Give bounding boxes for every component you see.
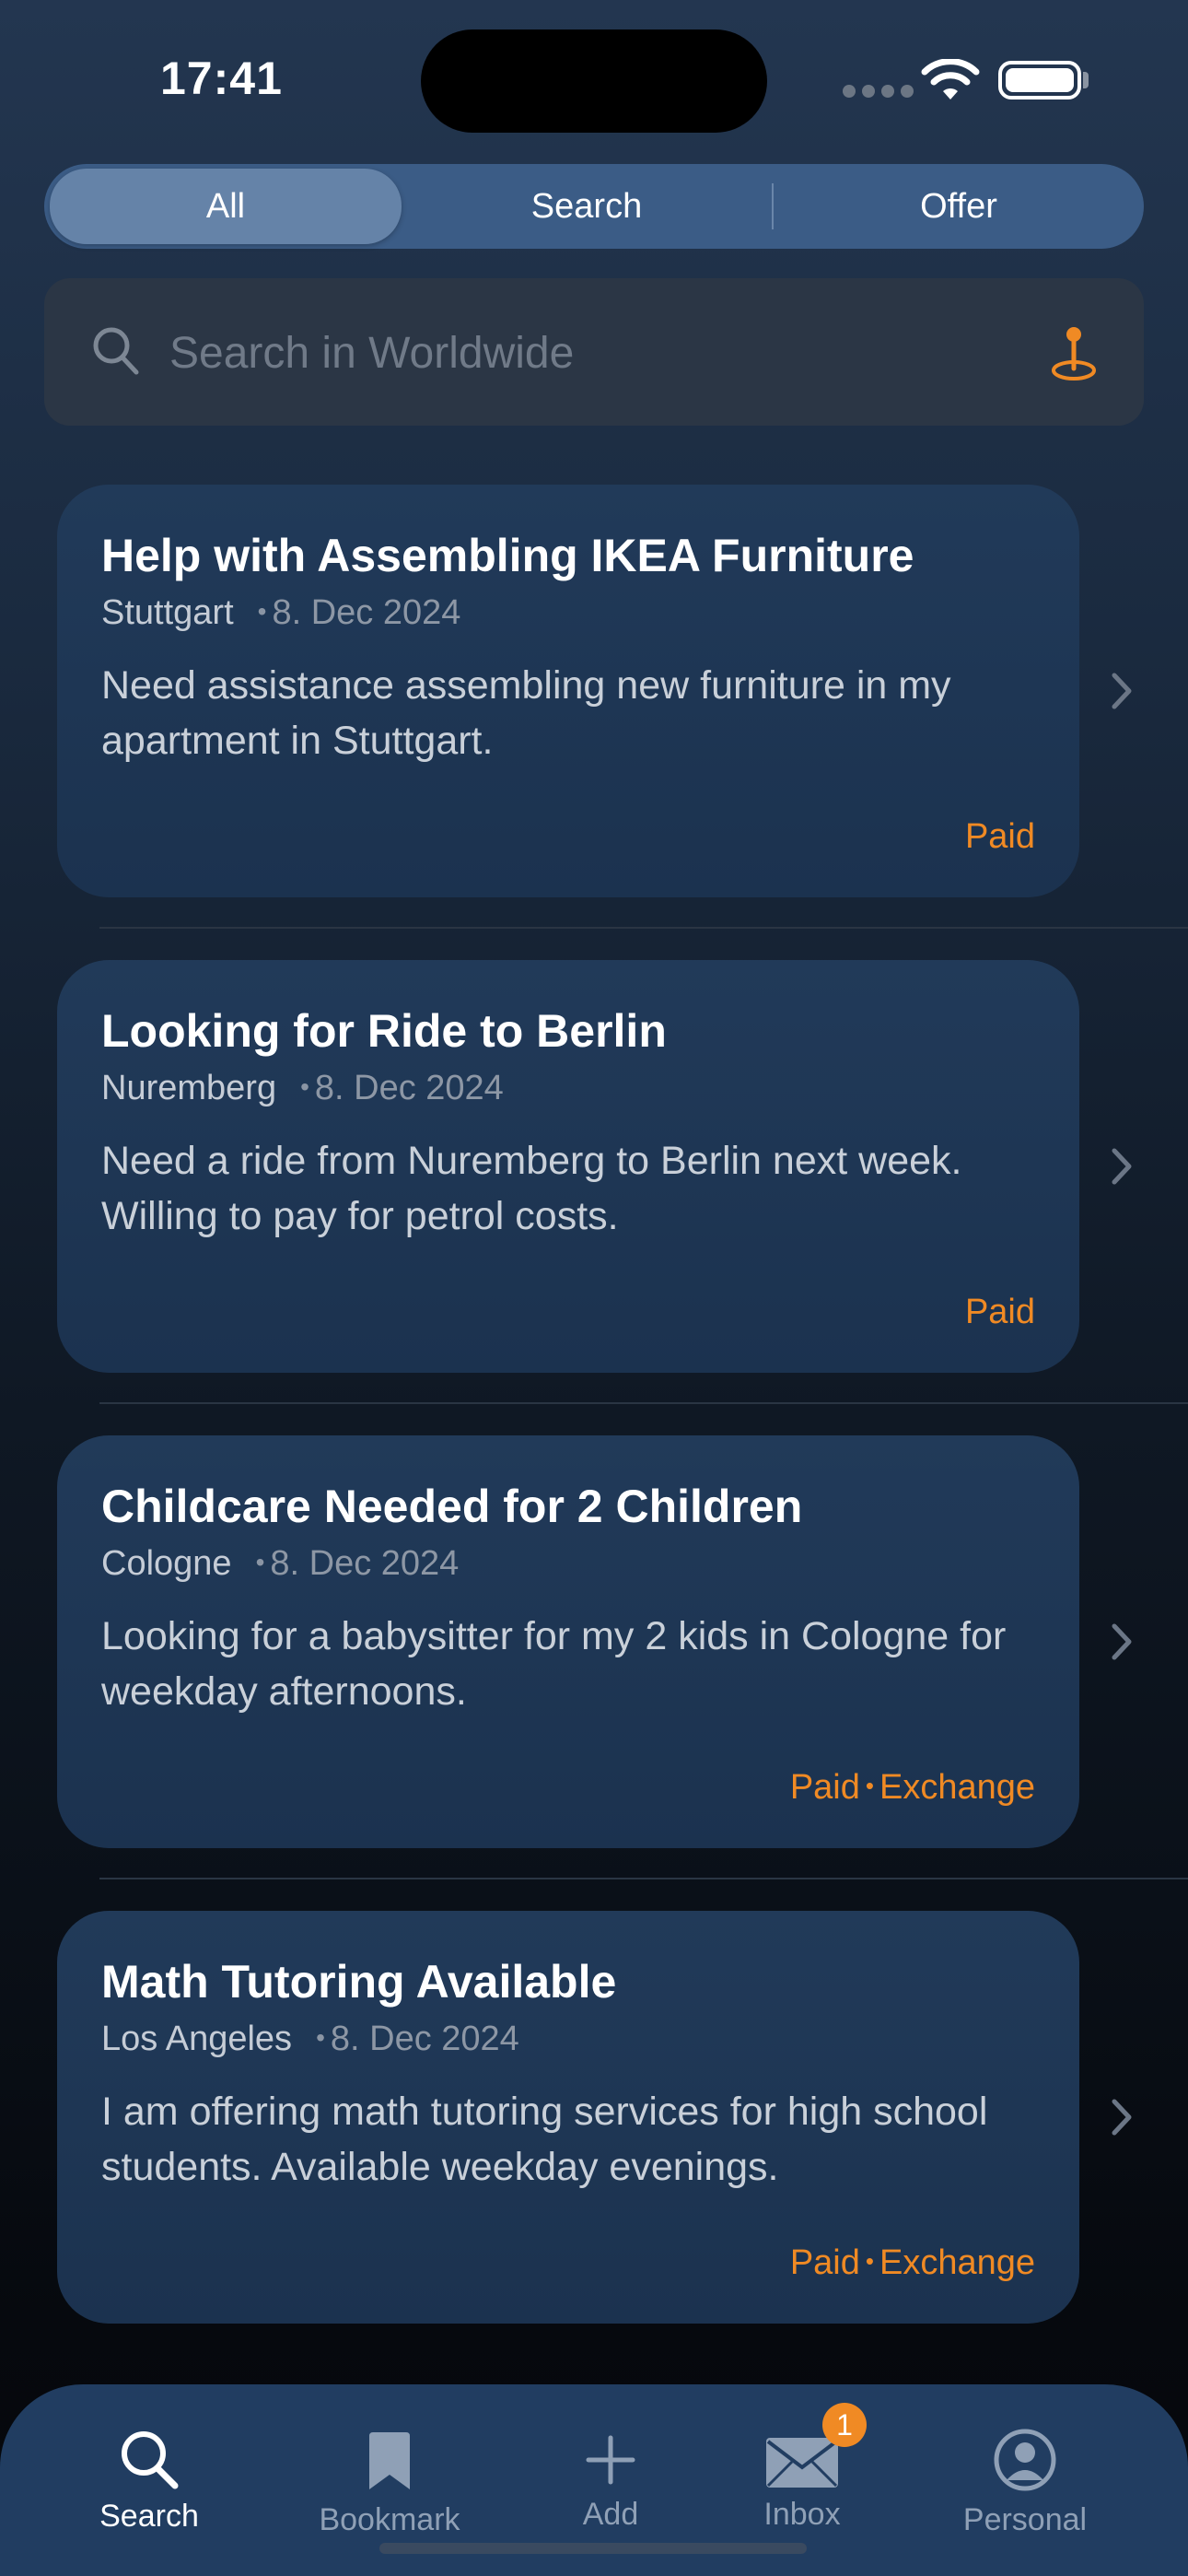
post-card[interactable]: Math Tutoring Available Los Angeles • 8. D… <box>57 1911 1079 2324</box>
tab-label: Add <box>582 2497 639 2532</box>
home-indicator <box>379 2543 807 2554</box>
bookmark-icon <box>369 2432 410 2489</box>
post-description: Looking for a babysitter for my 2 kids i… <box>101 1614 1007 1714</box>
chevron-right-icon[interactable] <box>1111 1622 1133 1661</box>
post-title: Childcare Needed for 2 Children <box>101 1481 803 1532</box>
post-title: Math Tutoring Available <box>101 1956 617 2008</box>
post-date: 8. Dec 2024 <box>270 1544 460 1583</box>
tag-paid: Paid <box>964 1293 1035 1331</box>
location-pin-icon[interactable] <box>1050 324 1098 381</box>
dynamic-island <box>421 29 767 133</box>
search-input[interactable] <box>168 315 1037 391</box>
post-city: Nuremberg <box>101 1069 277 1107</box>
chevron-right-icon[interactable] <box>1111 2098 1133 2137</box>
meta-dot: • <box>300 1072 309 1101</box>
battery-icon <box>998 61 1081 100</box>
post-card[interactable]: Childcare Needed for 2 Children Cologne •… <box>57 1435 1079 1848</box>
battery-nub <box>1083 72 1089 88</box>
tab-label: Personal <box>962 2502 1088 2537</box>
person-circle-icon <box>994 2429 1056 2491</box>
tag-paid: Paid <box>789 1768 860 1807</box>
search-icon <box>93 327 139 375</box>
post-description: Need a ride from Nuremberg to Berlin nex… <box>101 1139 962 1238</box>
tag-exchange: Exchange <box>879 2243 1035 2282</box>
post-date: 8. Dec 2024 <box>272 593 461 632</box>
post-meta: Cologne • 8. Dec 2024 <box>101 1544 459 1584</box>
list-separator <box>99 927 1188 929</box>
tag-dot: • <box>865 2247 874 2275</box>
post-meta: Nuremberg • 8. Dec 2024 <box>101 1069 504 1108</box>
meta-dot: • <box>316 2023 325 2052</box>
post-tags: Paid • Exchange <box>790 2243 1035 2283</box>
meta-dot: • <box>255 1548 265 1576</box>
segment-offer[interactable]: Offer <box>774 169 1144 244</box>
post-tags: Paid • Exchange <box>790 1768 1035 1808</box>
wifi-icon <box>921 59 980 100</box>
post-card[interactable]: Help with Assembling IKEA Furniture Stut… <box>57 485 1079 897</box>
post-city: Los Angeles <box>101 2020 293 2058</box>
post-meta: Stuttgart • 8. Dec 2024 <box>101 593 460 633</box>
tab-label: Bookmark <box>319 2502 460 2537</box>
post-description: Need assistance assembling new furniture… <box>101 663 951 763</box>
post-description: I am offering math tutoring services for… <box>101 2090 988 2189</box>
list-separator <box>99 1878 1188 1879</box>
search-bar <box>44 278 1144 426</box>
status-time: 17:41 <box>160 53 283 104</box>
post-city: Stuttgart <box>101 593 234 632</box>
post-tags: Paid <box>965 817 1035 857</box>
post-tags: Paid <box>965 1293 1035 1332</box>
tab-label: Search <box>99 2499 199 2534</box>
envelope-icon <box>766 2438 838 2488</box>
tag-paid: Paid <box>789 2243 860 2282</box>
segment-all[interactable]: All <box>50 169 402 244</box>
tab-personal[interactable]: Personal <box>933 2384 1117 2576</box>
chevron-right-icon[interactable] <box>1111 672 1133 710</box>
list-separator <box>99 1402 1188 1404</box>
filter-segmented-control: All Search Offer <box>44 164 1144 249</box>
tab-label: Inbox <box>763 2497 841 2532</box>
post-meta: Los Angeles • 8. Dec 2024 <box>101 2020 519 2059</box>
post-title: Help with Assembling IKEA Furniture <box>101 530 914 581</box>
tab-search[interactable]: Search <box>57 2384 241 2576</box>
post-date: 8. Dec 2024 <box>330 2020 519 2058</box>
tag-paid: Paid <box>964 817 1035 856</box>
post-date: 8. Dec 2024 <box>314 1069 504 1107</box>
plus-icon <box>586 2435 635 2485</box>
cellular-signal-icon <box>843 85 914 98</box>
tag-dot: • <box>865 1772 874 1799</box>
tag-exchange: Exchange <box>879 1768 1035 1807</box>
post-card[interactable]: Looking for Ride to Berlin Nuremberg • 8. … <box>57 960 1079 1373</box>
search-icon <box>122 2431 179 2489</box>
chevron-right-icon[interactable] <box>1111 1147 1133 1186</box>
segment-search[interactable]: Search <box>402 169 772 244</box>
post-city: Cologne <box>101 1544 232 1583</box>
meta-dot: • <box>257 597 267 626</box>
post-title: Looking for Ride to Berlin <box>101 1005 667 1057</box>
inbox-badge: 1 <box>822 2403 867 2447</box>
